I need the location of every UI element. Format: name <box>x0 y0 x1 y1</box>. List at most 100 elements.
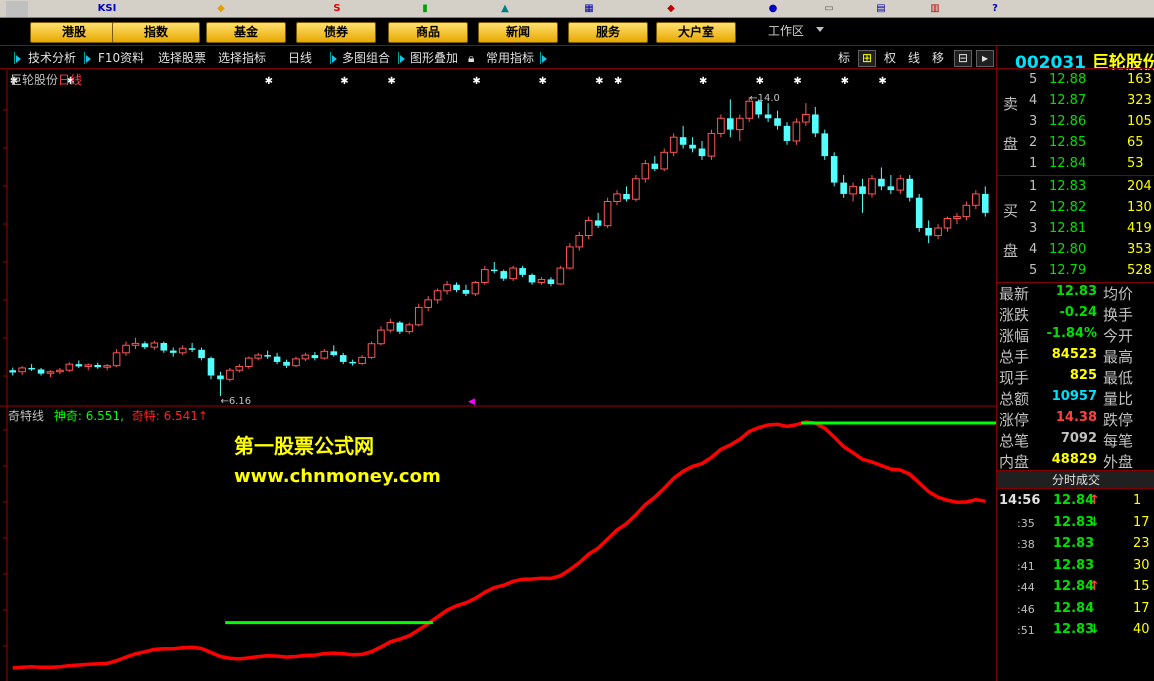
lock-icon[interactable]: 🔒︎ <box>466 50 474 67</box>
menu-bond-button[interactable]: 债券 <box>296 22 376 43</box>
candle-body <box>783 125 791 141</box>
buy-row[interactable]: 3 12.81 419 <box>997 218 1154 239</box>
sell-level: 3 <box>1029 114 1038 129</box>
candle-body <box>764 114 772 119</box>
buy-row[interactable]: 1 12.83 204 <box>997 176 1154 197</box>
chart-period: 日线 <box>58 73 83 87</box>
menu-fund-button[interactable]: 基金 <box>206 22 286 43</box>
candle-body <box>934 227 942 237</box>
candle-body <box>330 351 338 356</box>
menu-index-button[interactable]: 指数 <box>112 22 200 43</box>
candle-body <box>651 163 659 169</box>
bars-icon[interactable]: ▥ <box>924 1 946 17</box>
help-icon[interactable]: ? <box>984 1 1006 17</box>
candle-body <box>896 178 905 191</box>
window-icon[interactable]: ▭ <box>818 1 840 17</box>
mark-button[interactable]: 标 <box>836 50 850 67</box>
workspace-label[interactable]: 工作区 <box>768 22 804 39</box>
book-icon[interactable]: ▤ <box>870 1 892 17</box>
common-indicators-arrow-icon[interactable] <box>540 52 548 64</box>
window-toggle-icon[interactable]: ⊟ <box>954 50 972 67</box>
menu-vip-room-button[interactable]: 大户室 <box>656 22 736 43</box>
signal-star-icon: ✱ <box>756 76 764 87</box>
tick-price: 12.83 <box>1053 514 1095 530</box>
f10-arrow-icon[interactable] <box>84 52 92 64</box>
qite-up-arrow-icon: ↑ <box>197 409 209 423</box>
candle-body <box>584 219 593 237</box>
chart-icon[interactable]: ▮ <box>414 1 436 17</box>
stat-label: 总手 <box>999 348 1030 366</box>
stat-label-2: 换手 <box>1103 306 1134 324</box>
stat-row: 现手 825 最低 <box>997 365 1154 387</box>
tick-price: 12.83 <box>1053 557 1095 573</box>
tech-analysis-arrow-icon[interactable] <box>14 52 22 64</box>
common-indicators-menu[interactable]: 常用指标 <box>484 50 534 67</box>
chart-svg: ←14.0←6.16✱ ✱ ✱ ✱ ✱ ✱ ✱ ✱ ✱ ✱ ✱ ✱ ✱ ✱◀ <box>0 70 996 681</box>
sell-row[interactable]: 3 12.86 105 <box>997 111 1154 132</box>
workspace-dropdown-icon[interactable] <box>816 27 824 32</box>
buy-level: 3 <box>1029 221 1038 236</box>
gold-icon[interactable]: ◆ <box>210 1 232 17</box>
rights-button[interactable]: 权 <box>882 50 896 67</box>
cursor-marker-icon: ◀ <box>468 397 475 407</box>
stat-label-2: 量比 <box>1103 390 1134 408</box>
add-button[interactable]: ⊞ <box>858 50 876 67</box>
select-indicator-menu[interactable]: 选择指标 <box>216 50 266 67</box>
candle-body <box>160 342 168 351</box>
signal-star-icon: ✱ <box>793 76 801 87</box>
menu-hk-stocks-button[interactable]: 港股 <box>30 22 118 43</box>
multi-chart-menu[interactable]: 多图组合 <box>340 50 390 67</box>
sell-row[interactable]: 2 12.85 65 <box>997 132 1154 153</box>
shenqi-label: 神奇: <box>53 409 82 423</box>
sell-level: 4 <box>1029 93 1038 108</box>
stat-label-2: 每笔 <box>1103 432 1134 450</box>
service-icon[interactable]: ▦ <box>578 1 600 17</box>
sell-price: 12.88 <box>1049 72 1087 87</box>
buy-level: 1 <box>1029 179 1038 194</box>
buy-row[interactable]: 2 12.82 130 <box>997 197 1154 218</box>
overlay-menu[interactable]: 图形叠加 <box>408 50 458 67</box>
f10-menu[interactable]: F10资料 <box>96 50 144 67</box>
signal-star-icon: ✱ <box>387 76 395 87</box>
sell-row[interactable]: 5 12.88 163 <box>997 69 1154 90</box>
candle-body <box>849 185 857 195</box>
stat-label-2: 最低 <box>1103 369 1134 387</box>
tick-row: :51 12.83 ↓ 40 <box>997 619 1154 640</box>
period-daily-menu[interactable]: 日线 <box>286 50 312 67</box>
chart-area: ←14.0 ←6.16 ✱ ✱ ✱ ✱ ✱ ✱ ✱ ✱ ✱ ✱ ✱ ✱ ✱ ✱ ◀ 巨轮股份日线 奇特线 神奇:… <box>0 70 996 681</box>
candle-body <box>377 329 385 345</box>
buy-row[interactable]: 4 12.80 353 <box>997 239 1154 260</box>
ksi-icon[interactable]: KSI <box>96 1 118 17</box>
globe-icon[interactable]: ● <box>762 1 784 17</box>
multi-chart-arrow-icon[interactable] <box>330 52 338 64</box>
menu-news-button[interactable]: 新闻 <box>478 22 558 43</box>
ticks-header[interactable]: 分时成交 <box>997 470 1154 489</box>
hk-stock-icon[interactable] <box>6 1 28 17</box>
move-button[interactable]: 移 <box>930 50 944 67</box>
candle-body <box>349 361 356 364</box>
menu-commodity-button[interactable]: 商品 <box>388 22 468 43</box>
line-button[interactable]: 线 <box>906 50 920 67</box>
overlay-arrow-icon[interactable] <box>398 52 406 64</box>
money-icon[interactable]: ◆ <box>660 1 682 17</box>
stat-label: 总笔 <box>999 432 1030 450</box>
candle-body <box>244 357 253 367</box>
s-icon[interactable]: S <box>326 1 348 17</box>
candle-body <box>887 186 895 191</box>
buy-row[interactable]: 5 12.79 528 <box>997 260 1154 281</box>
tick-arrow-icon: ↑ <box>1089 579 1100 594</box>
candle-body <box>727 118 734 130</box>
tech-analysis-menu[interactable]: 技术分析 <box>26 50 76 67</box>
expand-panel-icon[interactable]: ▸ <box>976 50 994 67</box>
news-icon[interactable]: ▲ <box>494 1 516 17</box>
sell-row[interactable]: 1 12.84 53 <box>997 153 1154 174</box>
candle-body <box>537 278 546 283</box>
candle-body <box>443 284 451 292</box>
app-toolbar-strip: KSI ◆ S ▮ ▲ ▦ ◆ ● ▭ ▤ ▥ ? <box>0 0 1154 18</box>
sell-row[interactable]: 4 12.87 323 <box>997 90 1154 111</box>
candle-body <box>273 356 281 362</box>
select-stock-menu[interactable]: 选择股票 <box>156 50 206 67</box>
menu-service-button[interactable]: 服务 <box>568 22 648 43</box>
candle-body <box>859 186 866 194</box>
signal-star-icon: ✱ <box>340 76 348 87</box>
